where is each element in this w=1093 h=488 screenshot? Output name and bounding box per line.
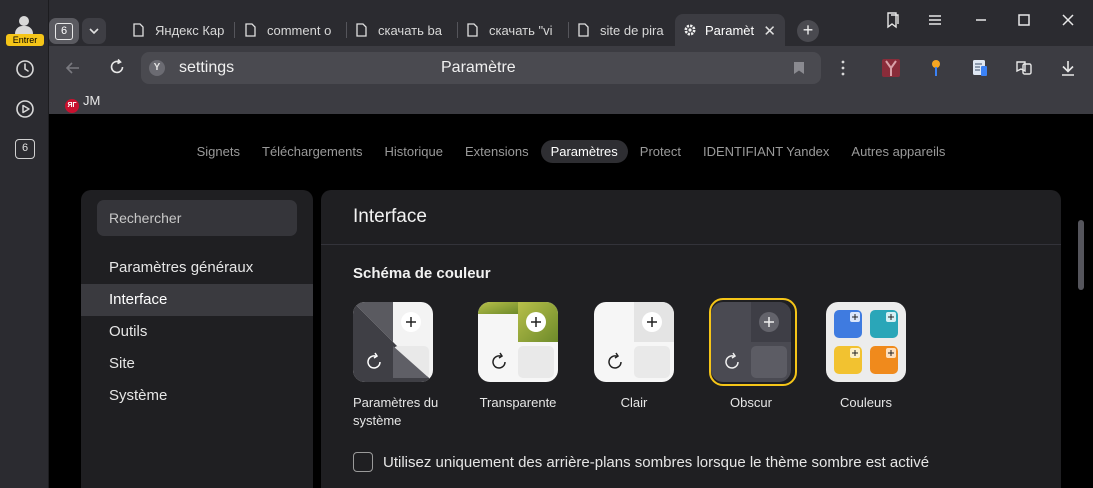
media-play-icon[interactable] — [15, 99, 35, 119]
address-toolbar: Y settings Paramètre — [49, 46, 1093, 90]
chevron-down-icon — [89, 28, 99, 35]
history-icon[interactable] — [15, 59, 35, 79]
scheme-label: Clair — [620, 395, 648, 410]
left-rail: Entrer 6 — [0, 0, 49, 488]
page-title: Interface — [353, 206, 427, 227]
yandex-logo-icon: Y — [149, 60, 165, 76]
checkbox-label: Utilisez uniquement des arrière-plans so… — [383, 454, 930, 471]
bookmark-label: JM — [83, 93, 101, 108]
scheme-dark[interactable]: Obscur — [701, 298, 801, 412]
tab-site[interactable]: site de pira — [570, 14, 674, 46]
enter-badge[interactable]: Entrer — [6, 34, 44, 46]
scheme-dark-thumbnail — [711, 302, 791, 382]
settings-main-panel: Interface Schéma de couleur Paramètres d… — [321, 190, 1061, 488]
collections-icon[interactable] — [1014, 58, 1034, 78]
tab-label: скачать "vi — [489, 23, 553, 38]
section-title-color-scheme: Schéma de couleur — [353, 265, 491, 282]
new-tab-button[interactable]: + — [797, 20, 819, 42]
scheme-colors[interactable]: Couleurs — [816, 302, 916, 412]
tab-label: Paramètr — [705, 23, 755, 38]
sidebar-item-system[interactable]: Système — [81, 380, 313, 412]
bookmark-favicon-icon: ЯГ — [65, 99, 79, 113]
topnav-settings[interactable]: Paramètres — [540, 140, 628, 163]
bookmarks-bar: ЯГ JM — [49, 90, 1093, 114]
sidebar-item-interface[interactable]: Interface — [81, 284, 313, 316]
back-arrow-icon[interactable] — [63, 58, 83, 78]
dark-background-only-checkbox[interactable] — [353, 452, 373, 472]
tab-strip: 6 Яндекс Кар comment o скачать ba скачат… — [49, 0, 1093, 46]
scheme-colors-thumbnail — [826, 302, 906, 382]
divider — [321, 244, 1061, 245]
close-tab-icon[interactable]: ✕ — [763, 22, 776, 40]
extension-notes-icon[interactable] — [970, 58, 990, 78]
page-title-in-omnibox: Paramètre — [441, 59, 516, 76]
extension-avatar-icon[interactable] — [881, 58, 901, 78]
page-scrollbar[interactable] — [1078, 220, 1084, 290]
scheme-label: Paramètres du système — [353, 395, 439, 428]
download-icon[interactable] — [1058, 58, 1078, 78]
scheme-system[interactable]: Paramètres du système — [343, 302, 443, 430]
reload-icon[interactable] — [107, 57, 127, 77]
maximize-icon[interactable] — [1014, 10, 1034, 30]
settings-top-nav: Signets Téléchargements Historique Extensio… — [49, 140, 1093, 164]
tab-label: site de pira — [600, 23, 664, 38]
tab-label: comment o — [267, 23, 332, 38]
tabs-count-icon[interactable]: 6 — [15, 139, 35, 159]
document-icon — [578, 23, 589, 37]
scheme-label: Transparente — [479, 395, 557, 410]
tab-label: Яндекс Кар — [155, 23, 225, 38]
topnav-extensions[interactable]: Extensions — [455, 140, 539, 163]
topnav-yandex-id[interactable]: IDENTIFIANT Yandex — [693, 140, 839, 163]
scheme-label: Couleurs — [839, 395, 893, 410]
gear-icon — [684, 24, 696, 36]
document-icon — [133, 23, 144, 37]
tab-download-1[interactable]: скачать ba — [348, 14, 458, 46]
address-bar[interactable]: Y settings Paramètre — [141, 52, 821, 84]
menu-icon[interactable] — [925, 10, 945, 30]
settings-sidebar: Paramètres généraux Interface Outils Sit… — [81, 190, 313, 488]
bookmark-icon[interactable] — [793, 61, 805, 75]
minimize-icon[interactable] — [971, 10, 991, 30]
tab-download-2[interactable]: скачать "vi — [459, 14, 569, 46]
scheme-transparent-thumbnail — [478, 302, 558, 382]
tab-counter-button[interactable]: 6 — [49, 18, 79, 44]
extension-key-icon[interactable] — [926, 58, 946, 78]
document-icon — [356, 23, 367, 37]
tab-list-button[interactable] — [82, 18, 106, 44]
topnav-other-devices[interactable]: Autres appareils — [841, 140, 955, 163]
tab-yandex-maps[interactable]: Яндекс Кар — [125, 14, 235, 46]
topnav-bookmarks[interactable]: Signets — [187, 140, 250, 163]
close-window-icon[interactable] — [1058, 10, 1078, 30]
document-icon — [245, 23, 256, 37]
more-vertical-icon[interactable] — [841, 60, 845, 76]
tab-settings[interactable]: Paramètr ✕ — [675, 14, 785, 46]
scheme-light[interactable]: Clair — [584, 302, 684, 412]
url-text: settings — [179, 59, 235, 76]
bookmark-panel-icon[interactable] — [883, 10, 903, 30]
sidebar-item-general[interactable]: Paramètres généraux — [81, 252, 313, 284]
scheme-label: Obscur — [730, 395, 772, 410]
sidebar-item-site[interactable]: Site — [81, 348, 313, 380]
scheme-system-thumbnail — [353, 302, 433, 382]
topnav-history[interactable]: Historique — [374, 140, 453, 163]
settings-page: Signets Téléchargements Historique Extensio… — [49, 114, 1093, 488]
tab-comment[interactable]: comment o — [237, 14, 347, 46]
document-icon — [467, 23, 478, 37]
dark-background-only-checkbox-row[interactable]: Utilisez uniquement des arrière-plans so… — [353, 452, 929, 472]
bookmark-item[interactable]: ЯГ JM — [65, 93, 100, 113]
tab-counter-label: 6 — [55, 23, 73, 40]
sidebar-item-tools[interactable]: Outils — [81, 316, 313, 348]
topnav-downloads[interactable]: Téléchargements — [252, 140, 372, 163]
scheme-transparent[interactable]: Transparente — [468, 302, 568, 412]
settings-search-input[interactable] — [97, 200, 297, 236]
scheme-light-thumbnail — [594, 302, 674, 382]
topnav-protect[interactable]: Protect — [630, 140, 691, 163]
tab-label: скачать ba — [378, 23, 442, 38]
